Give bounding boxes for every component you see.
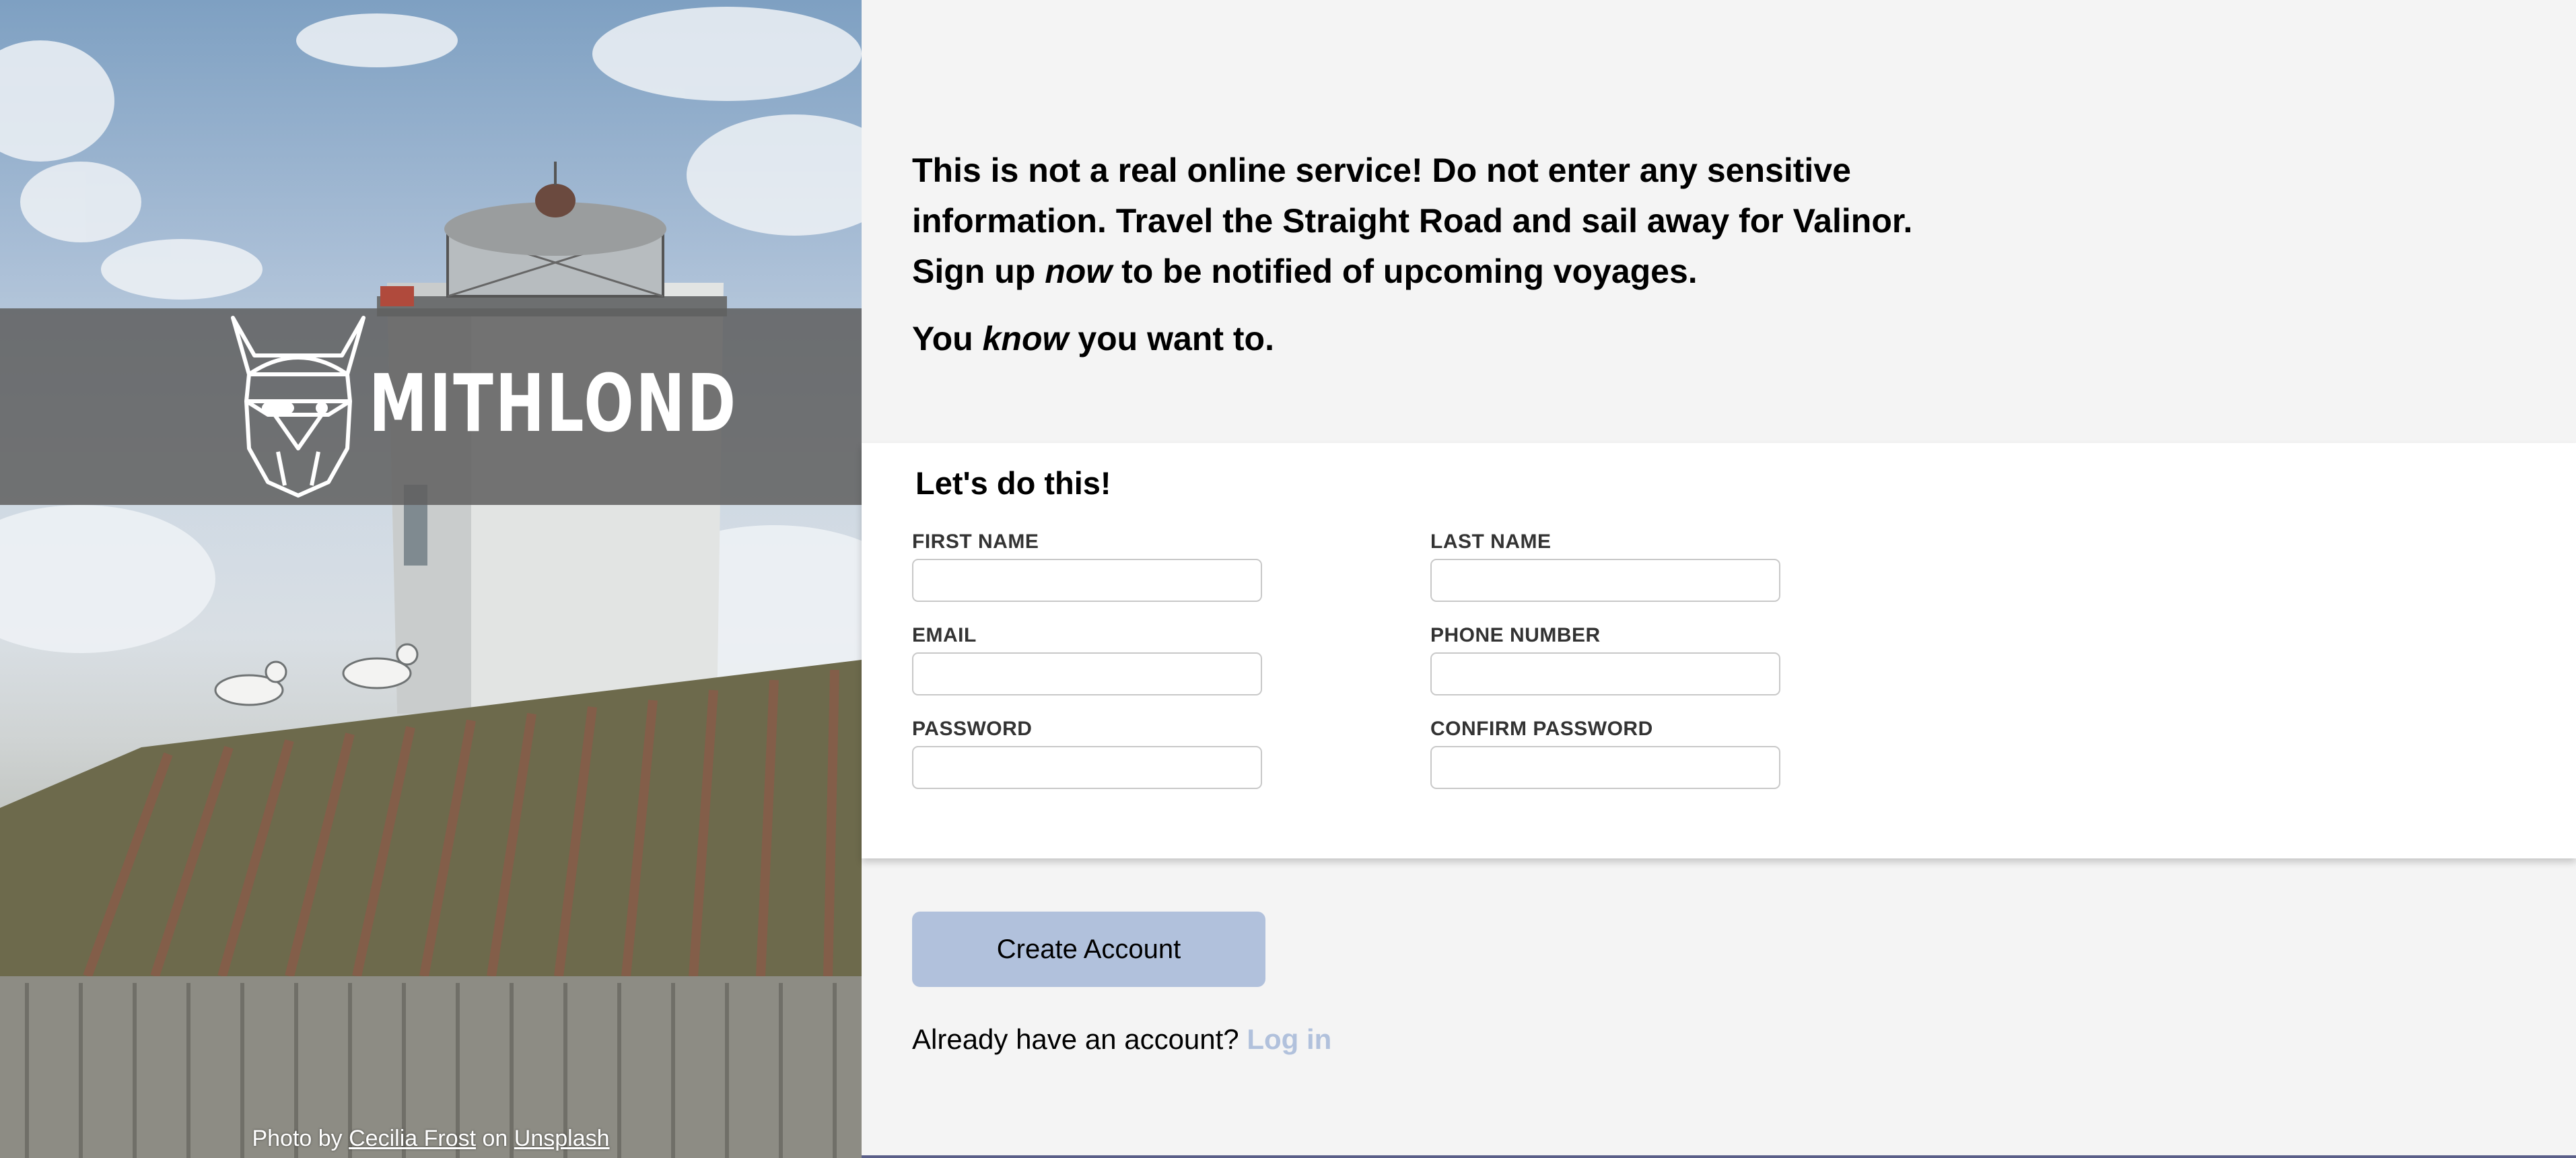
- photo-credit-middle: on: [482, 1126, 508, 1151]
- photo-credit: Photo by Cecilia Frost on Unsplash: [0, 1126, 862, 1152]
- confirm-password-input[interactable]: [1430, 746, 1780, 789]
- brand-name: MITHLOND: [369, 357, 738, 450]
- login-link[interactable]: Log in: [1247, 1023, 1331, 1055]
- last-name-group: LAST NAME: [1430, 531, 1780, 602]
- intro-tagline: You know you want to.: [912, 320, 1274, 357]
- intro-text: This is not a real online service! Do no…: [912, 145, 1962, 364]
- photo-credit-prefix: Photo by: [252, 1126, 343, 1151]
- phone-group: PHONE NUMBER: [1430, 624, 1780, 695]
- confirm-password-label: CONFIRM PASSWORD: [1430, 718, 1653, 740]
- form-title: Let's do this!: [915, 465, 1111, 501]
- unsplash-link[interactable]: Unsplash: [514, 1126, 610, 1151]
- hero-panel: MITHLOND Photo by Cecilia Frost on Unspl…: [0, 0, 862, 1158]
- last-name-label: LAST NAME: [1430, 531, 1552, 553]
- lighthouse-photo: [0, 7, 862, 1158]
- phone-input[interactable]: [1430, 652, 1780, 695]
- login-prompt: Already have an account? Log in: [912, 1023, 1331, 1056]
- password-input[interactable]: [912, 746, 1262, 789]
- login-prompt-text: Already have an account?: [912, 1023, 1239, 1055]
- phone-label: PHONE NUMBER: [1430, 624, 1601, 646]
- email-label: EMAIL: [912, 624, 977, 646]
- viking-helmet-icon: [231, 316, 365, 498]
- last-name-input[interactable]: [1430, 559, 1780, 602]
- page-bottom-edge: [862, 1155, 2576, 1158]
- email-group: EMAIL: [912, 624, 1262, 695]
- confirm-password-group: CONFIRM PASSWORD: [1430, 718, 1780, 789]
- photo-author-link[interactable]: Cecilia Frost: [349, 1126, 476, 1151]
- signup-form: Let's do this! FIRST NAME LAST NAME EMAI…: [862, 443, 2576, 858]
- first-name-label: FIRST NAME: [912, 531, 1039, 553]
- first-name-input[interactable]: [912, 559, 1262, 602]
- first-name-group: FIRST NAME: [912, 531, 1262, 602]
- email-input[interactable]: [912, 652, 1262, 695]
- password-group: PASSWORD: [912, 718, 1262, 789]
- create-account-button[interactable]: Create Account: [912, 912, 1265, 987]
- password-label: PASSWORD: [912, 718, 1033, 740]
- intro-disclaimer: This is not a real online service! Do no…: [912, 151, 1913, 290]
